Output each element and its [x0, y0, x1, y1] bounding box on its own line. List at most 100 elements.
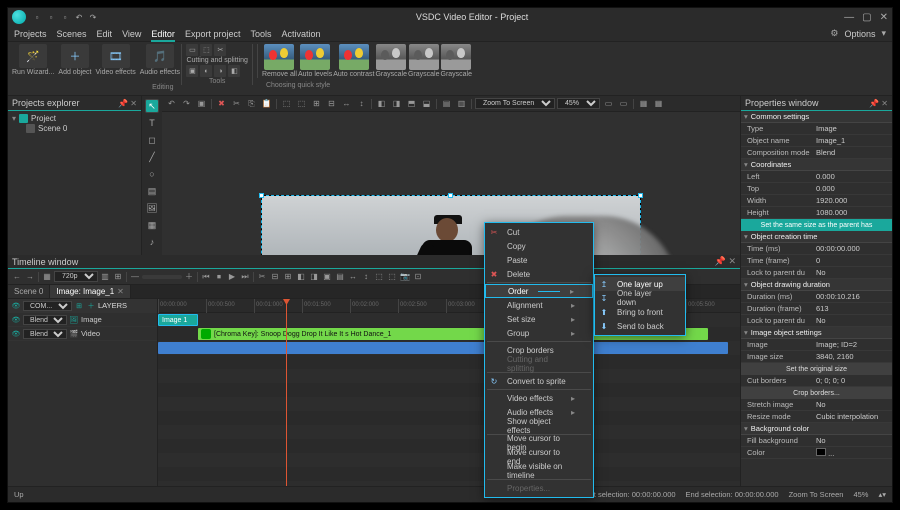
- ctx-copy[interactable]: Copy: [485, 239, 593, 253]
- menu-activation[interactable]: Activation: [281, 29, 320, 39]
- sub-one-layer-down[interactable]: ↧One layer down: [595, 291, 685, 305]
- tool-icon[interactable]: ▭: [186, 44, 198, 56]
- menu-editor[interactable]: Editor: [151, 29, 175, 39]
- cv-btn[interactable]: ▭: [602, 98, 615, 110]
- tool-image-icon[interactable]: 🖼: [145, 201, 159, 215]
- timeline-res-select[interactable]: 720p: [54, 271, 98, 282]
- options-chevron-icon[interactable]: ▾: [881, 28, 886, 39]
- tl-btn[interactable]: ◧: [295, 271, 307, 283]
- prop-row[interactable]: Composition modeBlend: [741, 147, 892, 159]
- minimize-button[interactable]: —: [844, 12, 854, 23]
- style-thumb[interactable]: [339, 44, 369, 70]
- cv-btn[interactable]: ⊞: [310, 98, 323, 110]
- tool-shape-icon[interactable]: ◻: [145, 133, 159, 147]
- prop-row[interactable]: Lock to parent duNo: [741, 267, 892, 279]
- com-select[interactable]: COM...: [23, 301, 72, 311]
- pin-icon[interactable]: 📌 ✕: [715, 256, 736, 267]
- ctx-group[interactable]: Group▸: [485, 326, 593, 340]
- tl-btn[interactable]: ⬚: [373, 271, 385, 283]
- tool-icon[interactable]: ✂: [214, 44, 226, 56]
- tool-ellipse-icon[interactable]: ○: [145, 167, 159, 181]
- ribbon-audio-effects[interactable]: 🎵Audio effects: [140, 44, 180, 76]
- ctx-paste[interactable]: Paste: [485, 253, 593, 267]
- tl-btn[interactable]: ←: [11, 271, 23, 283]
- ctx-show-effects[interactable]: Show object effects: [485, 419, 593, 433]
- cv-btn[interactable]: ↷: [180, 98, 193, 110]
- zoom-slider[interactable]: [142, 275, 182, 279]
- zoom-mode-select[interactable]: Zoom To Screen: [475, 98, 555, 109]
- tool-line-icon[interactable]: ╱: [145, 150, 159, 164]
- blend-select[interactable]: Blend: [23, 315, 67, 325]
- prop-action-button[interactable]: Set the same size as the parent has: [741, 219, 892, 231]
- tree-project[interactable]: ▾Project: [12, 114, 137, 123]
- prop-row[interactable]: Resize modeCubic interpolation: [741, 411, 892, 423]
- open-icon[interactable]: ▫: [46, 12, 56, 22]
- blend-select[interactable]: Blend: [23, 329, 67, 339]
- tool-icon[interactable]: ◑: [214, 65, 226, 77]
- cv-btn[interactable]: ↕: [355, 98, 368, 110]
- ctx-cut[interactable]: ✂Cut: [485, 225, 593, 239]
- prop-section-header[interactable]: ▾Object drawing duration: [741, 279, 892, 291]
- tl-btn[interactable]: ▦: [41, 271, 53, 283]
- prop-row[interactable]: TypeImage: [741, 123, 892, 135]
- cv-btn[interactable]: ⬓: [420, 98, 433, 110]
- prop-section-header[interactable]: ▾Common settings: [741, 111, 892, 123]
- tool-video-icon[interactable]: ▦: [145, 218, 159, 232]
- ctx-convert-sprite[interactable]: ↻Convert to sprite: [485, 374, 593, 388]
- tl-btn[interactable]: ↔: [347, 271, 359, 283]
- cv-btn[interactable]: ⬒: [405, 98, 418, 110]
- prop-row[interactable]: Cut borders0; 0; 0; 0: [741, 375, 892, 387]
- tl-btn[interactable]: ◨: [308, 271, 320, 283]
- cut-icon[interactable]: ✂: [230, 98, 243, 110]
- tl-btn[interactable]: —: [129, 271, 141, 283]
- prop-action-button[interactable]: Crop borders...: [741, 387, 892, 399]
- tl-btn[interactable]: ✂: [256, 271, 268, 283]
- style-thumb[interactable]: [441, 44, 471, 70]
- cv-btn[interactable]: ◧: [375, 98, 388, 110]
- cv-btn[interactable]: ⬚: [280, 98, 293, 110]
- menu-edit[interactable]: Edit: [97, 29, 113, 39]
- copy-icon[interactable]: ⎘: [245, 98, 258, 110]
- prop-row[interactable]: Image size3840, 2160: [741, 351, 892, 363]
- close-icon[interactable]: ✕: [117, 287, 124, 296]
- track-row[interactable]: 👁 Blend 🖼 Image: [8, 313, 157, 327]
- redo-icon[interactable]: ↷: [88, 12, 98, 22]
- prop-section-header[interactable]: ▾Object creation time: [741, 231, 892, 243]
- tl-btn[interactable]: ⊞: [282, 271, 294, 283]
- clip-video[interactable]: [158, 342, 728, 354]
- new-icon[interactable]: ▫: [32, 12, 42, 22]
- prop-row[interactable]: Top0.000: [741, 183, 892, 195]
- close-button[interactable]: ✕: [880, 12, 888, 23]
- ribbon-wizard[interactable]: 🪄Run Wizard...: [12, 44, 54, 76]
- delete-icon[interactable]: ✖: [215, 98, 228, 110]
- cv-btn[interactable]: ⬚: [295, 98, 308, 110]
- next-frame-icon[interactable]: ⏭: [239, 271, 251, 283]
- tl-btn[interactable]: ▣: [321, 271, 333, 283]
- tl-btn[interactable]: ↕: [360, 271, 372, 283]
- tool-chart-icon[interactable]: ▤: [145, 184, 159, 198]
- style-thumb[interactable]: [264, 44, 294, 70]
- prop-row[interactable]: Width1920.000: [741, 195, 892, 207]
- prop-row[interactable]: Lock to parent duNo: [741, 315, 892, 327]
- tl-btn[interactable]: ▥: [99, 271, 111, 283]
- tl-btn[interactable]: ⊞: [112, 271, 124, 283]
- track-row[interactable]: 👁 Blend 🎬 Video: [8, 327, 157, 341]
- clip-image[interactable]: Image 1: [158, 314, 198, 326]
- layers-icon[interactable]: ⊞: [74, 301, 84, 311]
- ctx-video-effects[interactable]: Video effects▸: [485, 391, 593, 405]
- options-label[interactable]: Options: [844, 29, 875, 39]
- menu-tools[interactable]: Tools: [250, 29, 271, 39]
- tree-scene[interactable]: Scene 0: [12, 124, 137, 133]
- pin-icon[interactable]: 📌 ✕: [869, 99, 888, 108]
- cv-btn[interactable]: ↶: [165, 98, 178, 110]
- tl-btn[interactable]: ＋: [183, 271, 195, 283]
- tool-icon[interactable]: ◐: [200, 65, 212, 77]
- prev-frame-icon[interactable]: ⏮: [200, 271, 212, 283]
- add-icon[interactable]: ＋: [86, 301, 96, 311]
- pin-icon[interactable]: 📌 ✕: [118, 99, 137, 108]
- menu-projects[interactable]: Projects: [14, 29, 47, 39]
- tl-btn[interactable]: 📷: [399, 271, 411, 283]
- eye-icon[interactable]: 👁: [11, 301, 21, 311]
- style-thumb[interactable]: [376, 44, 406, 70]
- prop-row[interactable]: Left0.000: [741, 171, 892, 183]
